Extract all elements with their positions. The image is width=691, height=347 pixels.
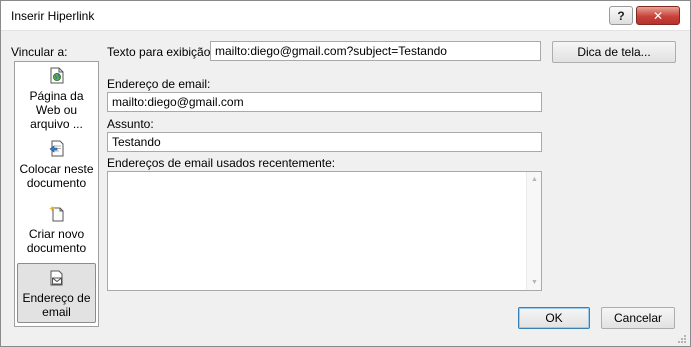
place-in-document-icon xyxy=(17,140,96,160)
link-to-label: Vincular a: xyxy=(11,45,68,59)
cancel-button[interactable]: Cancelar xyxy=(601,307,675,329)
nav-item-email-address[interactable]: Endereço de email xyxy=(17,263,96,323)
ok-button[interactable]: OK xyxy=(518,307,590,329)
nav-item-label: Página da Web ou arquivo ... xyxy=(29,89,84,131)
recent-list-scrollbar[interactable]: ▲ ▼ xyxy=(526,172,541,290)
display-text-field[interactable]: mailto:diego@gmail.com?subject=Testando xyxy=(210,41,541,61)
resize-grip-icon[interactable] xyxy=(677,333,687,343)
display-text-label: Texto para exibição: xyxy=(107,45,214,59)
close-icon: ✕ xyxy=(652,8,664,23)
nav-item-web-page[interactable]: Página da Web ou arquivo ... xyxy=(17,67,96,131)
help-button[interactable]: ? xyxy=(609,6,633,25)
web-page-icon xyxy=(17,67,96,87)
help-icon: ? xyxy=(617,8,625,23)
email-address-label: Endereço de email: xyxy=(107,77,211,91)
insert-hyperlink-dialog: Inserir Hiperlink ? ✕ Vincular a: Página… xyxy=(0,0,691,347)
screentip-button[interactable]: Dica de tela... xyxy=(552,41,676,63)
new-document-icon xyxy=(17,205,96,225)
recent-addresses-list[interactable]: ▲ ▼ xyxy=(107,171,542,291)
title-bar: Inserir Hiperlink ? ✕ xyxy=(1,1,690,31)
link-to-panel: Página da Web ou arquivo ... Colocar nes… xyxy=(14,61,99,327)
nav-item-place-in-document[interactable]: Colocar neste documento xyxy=(17,140,96,190)
email-address-field[interactable]: mailto:diego@gmail.com xyxy=(107,92,542,112)
nav-item-label: Criar novo documento xyxy=(26,227,87,255)
subject-label: Assunto: xyxy=(107,117,154,131)
nav-item-create-new-document[interactable]: Criar novo documento xyxy=(17,205,96,255)
scroll-up-icon[interactable]: ▲ xyxy=(527,172,542,187)
nav-item-label: Colocar neste documento xyxy=(19,162,94,190)
recent-addresses-label: Endereços de email usados recentemente: xyxy=(107,156,336,170)
scroll-down-icon[interactable]: ▼ xyxy=(527,275,542,290)
email-address-icon xyxy=(18,270,95,289)
window-title: Inserir Hiperlink xyxy=(11,9,95,23)
close-button[interactable]: ✕ xyxy=(636,6,680,25)
nav-item-label: Endereço de email xyxy=(22,291,91,319)
subject-field[interactable]: Testando xyxy=(107,132,542,152)
